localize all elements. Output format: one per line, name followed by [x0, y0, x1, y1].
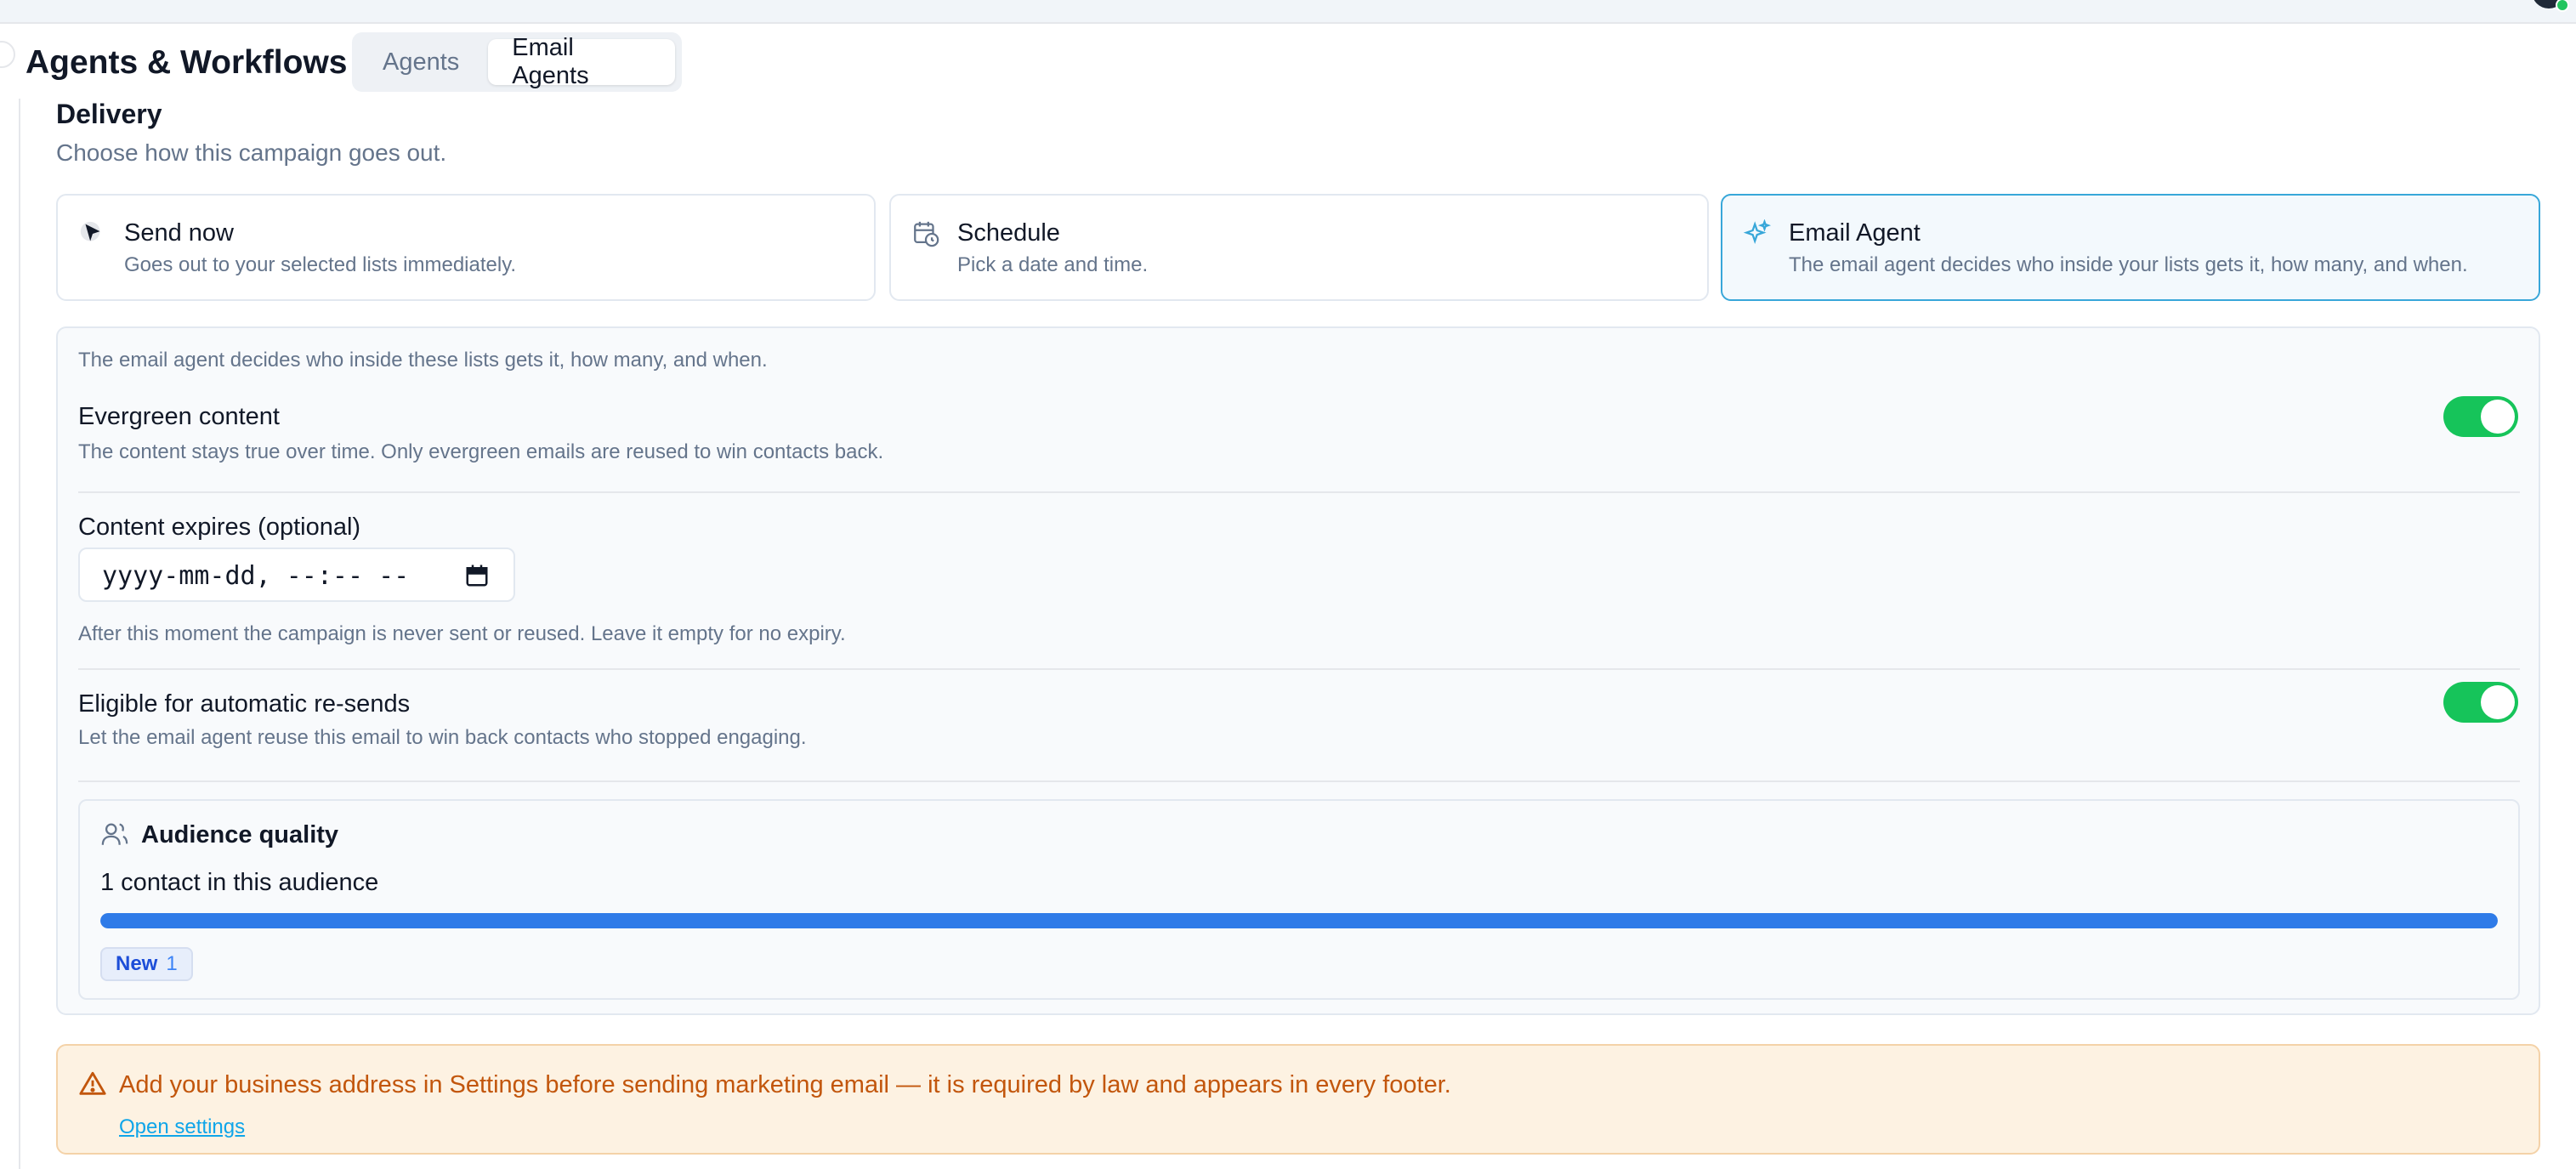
option-description: The email agent decides who inside your …: [1789, 253, 2468, 276]
warning-text: Add your business address in Settings be…: [119, 1071, 1451, 1098]
option-title: Send now: [124, 219, 234, 247]
delivery-subtitle: Choose how this campaign goes out.: [56, 139, 447, 166]
toggle-knob: [2481, 685, 2515, 719]
warning-icon: [79, 1071, 106, 1095]
divider: [78, 780, 2520, 782]
chip-count: 1: [166, 952, 178, 975]
content-expires-help: After this moment the campaign is never …: [78, 622, 846, 645]
tab-group: Agents Email Agents: [352, 32, 682, 92]
evergreen-description: The content stays true over time. Only e…: [78, 440, 884, 463]
users-icon: [101, 823, 128, 845]
top-bar: [0, 0, 2576, 24]
user-avatar[interactable]: [2532, 0, 2569, 12]
tab-email-agents[interactable]: Email Agents: [488, 34, 675, 89]
audience-progress-track: [100, 913, 2498, 928]
audience-count: 1 contact in this audience: [100, 869, 379, 896]
open-settings-link[interactable]: Open settings: [119, 1115, 245, 1139]
audience-progress-fill: [100, 913, 2498, 928]
cursor-icon: [80, 221, 100, 241]
delivery-option-schedule[interactable]: Schedule Pick a date and time.: [889, 194, 1709, 301]
delivery-title: Delivery: [56, 99, 162, 129]
resends-title: Eligible for automatic re-sends: [78, 690, 411, 718]
delivery-option-send-now[interactable]: Send now Goes out to your selected lists…: [56, 194, 876, 301]
evergreen-title: Evergreen content: [78, 403, 280, 430]
business-address-warning: Add your business address in Settings be…: [56, 1044, 2540, 1155]
panel-intro: The email agent decides who inside these…: [78, 349, 768, 372]
calendar-icon[interactable]: [464, 563, 490, 588]
divider: [78, 668, 2520, 670]
evergreen-toggle[interactable]: [2443, 396, 2518, 437]
resends-description: Let the email agent reuse this email to …: [78, 726, 807, 749]
content-expires-label: Content expires (optional): [78, 514, 361, 541]
tab-agents[interactable]: Agents: [359, 39, 483, 85]
main-content: Delivery Choose how this campaign goes o…: [19, 99, 2569, 1169]
calendar-clock-icon: [914, 221, 939, 247]
option-title: Schedule: [957, 219, 1060, 247]
date-placeholder: yyyy-mm-dd, --:-- --: [102, 561, 410, 591]
option-description: Goes out to your selected lists immediat…: [124, 253, 517, 276]
audience-segment-chip: New 1: [100, 947, 193, 981]
audience-quality-title: Audience quality: [141, 821, 339, 848]
delivery-option-email-agent[interactable]: Email Agent The email agent decides who …: [1721, 194, 2540, 301]
option-description: Pick a date and time.: [957, 253, 1149, 276]
resends-toggle[interactable]: [2443, 682, 2518, 723]
page-title: Agents & Workflows: [26, 44, 348, 81]
audience-quality-card: Audience quality 1 contact in this audie…: [78, 799, 2520, 1000]
option-title: Email Agent: [1789, 219, 1921, 247]
online-status-dot: [2556, 0, 2569, 12]
sparkles-icon: [1743, 219, 1772, 244]
email-agent-settings-panel: The email agent decides who inside these…: [56, 326, 2540, 1015]
content-expires-input[interactable]: yyyy-mm-dd, --:-- --: [78, 548, 515, 602]
chip-label: New: [116, 952, 158, 975]
divider: [78, 491, 2520, 493]
toggle-knob: [2481, 400, 2515, 434]
